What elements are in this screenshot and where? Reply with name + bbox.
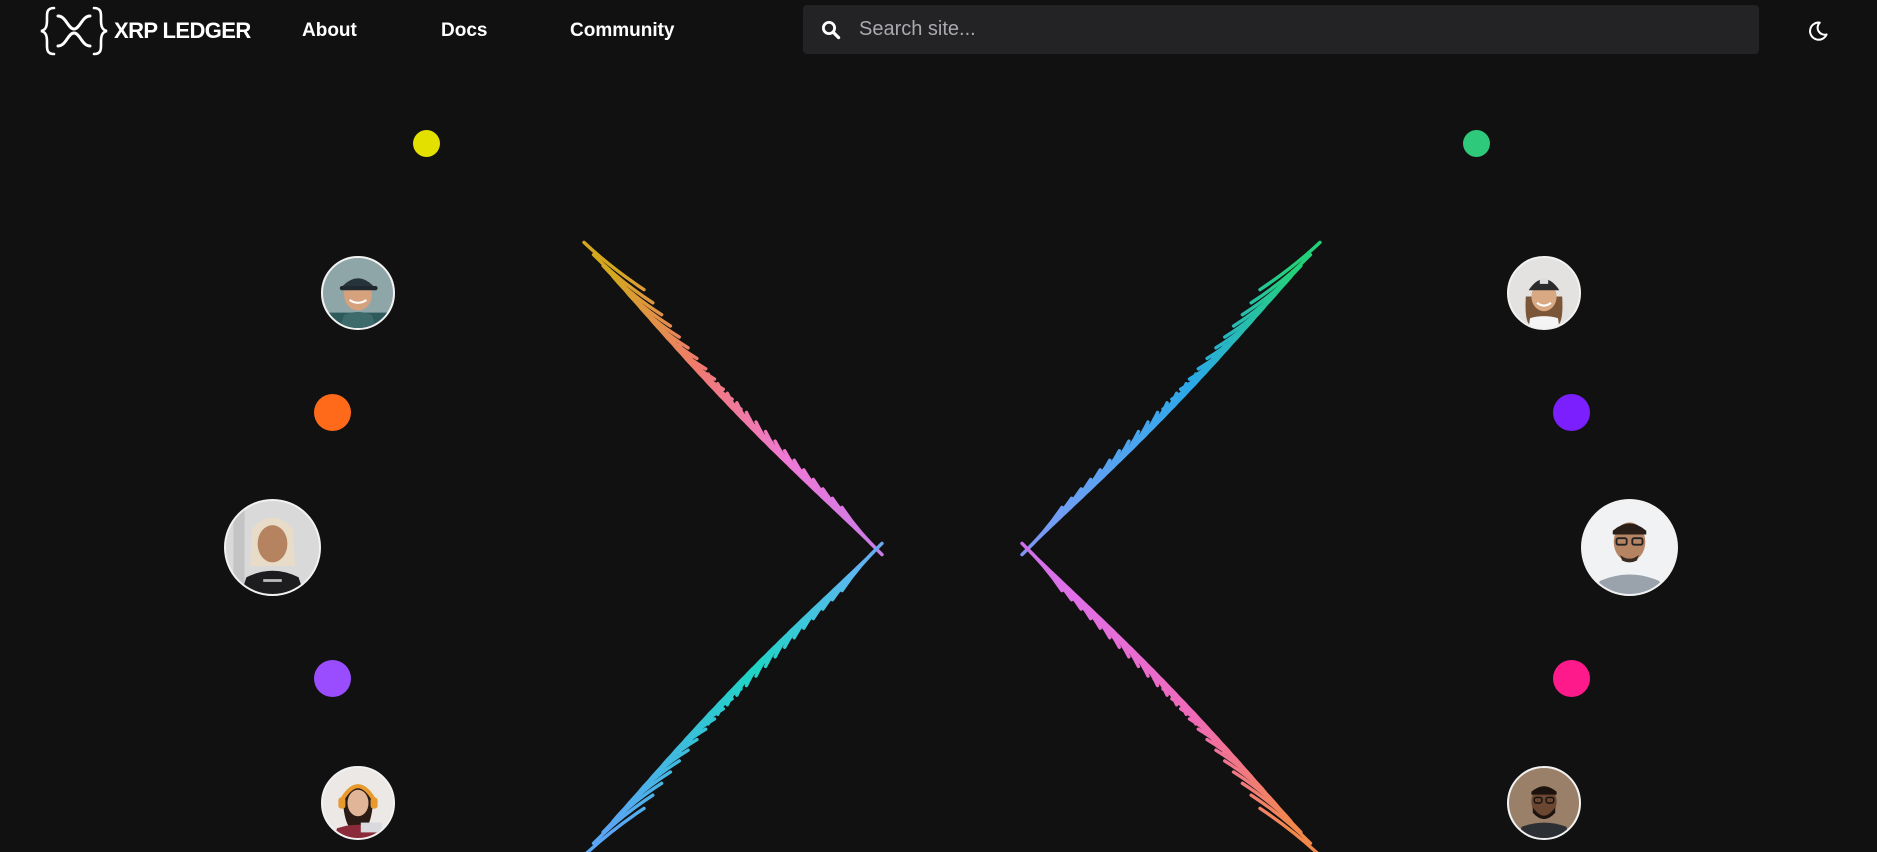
x-stripe: [585, 806, 646, 852]
search-box[interactable]: [803, 5, 1759, 54]
x-stripes-bottom-right: [1020, 541, 1319, 852]
dot-orange: [314, 394, 351, 431]
person-avatar-beard: [1509, 768, 1579, 838]
avatar-top-left: [321, 256, 395, 330]
dot-violet: [1553, 394, 1590, 431]
x-stripe: [591, 793, 655, 845]
person-avatar-beanie: [1509, 258, 1579, 328]
avatar-top-right: [1507, 256, 1581, 330]
nav-link-community[interactable]: Community: [570, 19, 675, 43]
xrp-logo-icon: [40, 6, 108, 56]
person-avatar-glasses: [1583, 501, 1676, 594]
dot-yellow: [413, 130, 440, 157]
hero-x-graphic: [582, 240, 1322, 852]
brand-home-link[interactable]: XRP LEDGER: [40, 5, 251, 57]
moon-icon: [1809, 21, 1828, 41]
x-stripe: [582, 240, 646, 292]
x-stripe: [1249, 793, 1313, 845]
x-stripes-top-right: [1020, 240, 1322, 557]
x-stripe: [1258, 240, 1322, 292]
brand-name: XRP LEDGER: [114, 18, 251, 43]
person-avatar-cap: [323, 258, 393, 328]
x-stripe: [591, 253, 655, 305]
search-icon: [822, 21, 841, 40]
person-avatar-blonde: [226, 501, 319, 594]
nav-link-docs[interactable]: Docs: [441, 19, 487, 43]
dot-magenta: [1553, 660, 1590, 697]
search-input[interactable]: [859, 5, 1739, 54]
nav-link-about[interactable]: About: [302, 19, 357, 43]
theme-toggle-button[interactable]: [1806, 19, 1830, 43]
x-stripe: [840, 541, 884, 593]
avatar-bottom-right: [1507, 766, 1581, 840]
dot-purple: [314, 660, 351, 697]
x-stripes-top-left: [582, 240, 884, 557]
dot-green: [1463, 130, 1490, 157]
x-stripe: [1020, 541, 1064, 593]
avatar-bottom-left: [321, 766, 395, 840]
avatar-middle-left: [224, 499, 321, 596]
top-navbar: XRP LEDGER About Docs Community: [0, 0, 1877, 62]
x-stripe: [1258, 806, 1319, 852]
x-stripe: [1249, 253, 1313, 305]
avatar-middle-right: [1581, 499, 1678, 596]
x-stripes-bottom-left: [585, 541, 884, 852]
hero-section: [0, 62, 1877, 852]
person-avatar-headphones: [323, 768, 393, 838]
